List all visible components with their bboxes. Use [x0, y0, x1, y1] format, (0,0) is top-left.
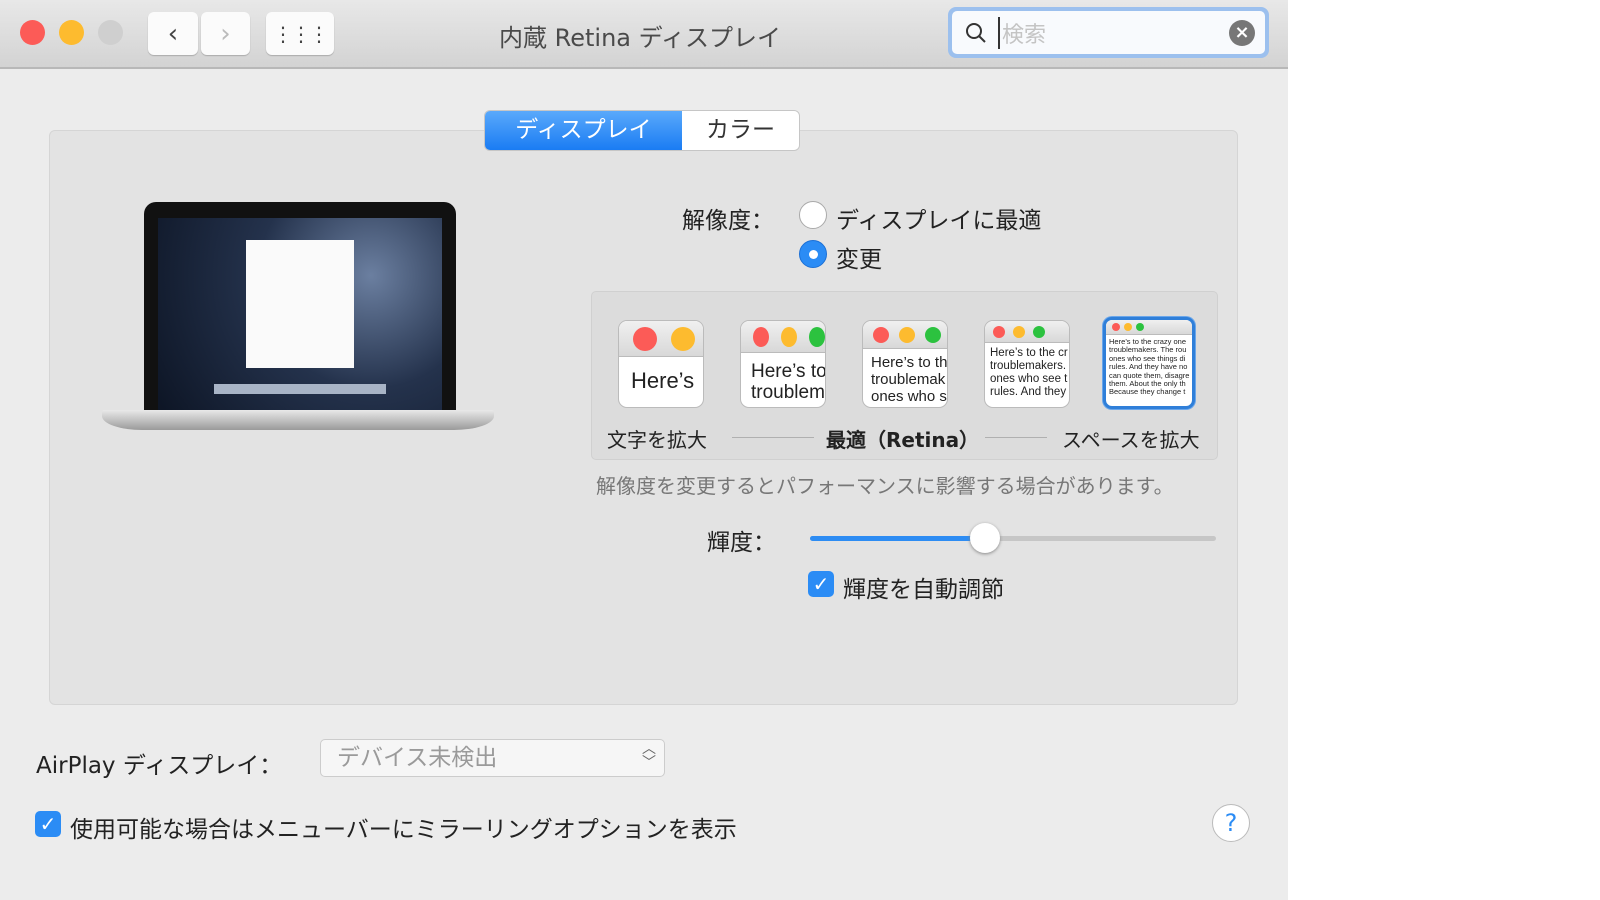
help-button[interactable]: ? — [1212, 804, 1250, 842]
scale-option-1[interactable]: Here’s — [618, 320, 704, 408]
scale-option-3[interactable]: Here’s to th troublemak ones who s — [862, 320, 948, 408]
grid-icon: ⋮⋮⋮ — [273, 21, 329, 46]
divider — [985, 437, 1047, 438]
minimize-button[interactable] — [59, 20, 84, 45]
default-label: 最適（Retina） — [826, 428, 980, 452]
chevron-right-icon: › — [220, 18, 231, 49]
back-button[interactable]: ‹ — [148, 12, 198, 55]
divider — [732, 437, 814, 438]
scale-option-2[interactable]: Here’s to troublem — [740, 320, 826, 408]
show-all-button[interactable]: ⋮⋮⋮ — [266, 12, 334, 55]
title-bar: ‹ › ⋮⋮⋮ 内蔵 Retina ディスプレイ 検索 × — [0, 0, 1288, 69]
search-icon — [966, 22, 986, 43]
updown-chevron-icon: ︿ ﹀ — [642, 741, 656, 771]
brightness-label: 輝度： — [707, 530, 776, 556]
checkmark-icon: ✓ — [812, 572, 830, 596]
close-button[interactable] — [20, 20, 45, 45]
auto-brightness-label[interactable]: 輝度を自動調節 — [843, 570, 1004, 604]
brightness-knob[interactable] — [969, 523, 1000, 553]
auto-brightness-checkbox[interactable]: ✓ — [808, 571, 834, 597]
forward-button[interactable]: › — [201, 12, 250, 55]
scaling-options: Here’s Here’s to troublem Here’s to th t… — [591, 291, 1218, 460]
airplay-select[interactable]: デバイス未検出 ︿ ﹀ — [320, 739, 665, 777]
scale-option-4[interactable]: Here’s to the cr troublemakers. ones who… — [984, 320, 1070, 408]
search-field[interactable]: 検索 × — [948, 7, 1269, 58]
clear-search-icon[interactable]: × — [1229, 20, 1255, 46]
tab-display[interactable]: ディスプレイ — [485, 111, 682, 150]
tab-bar: ディスプレイ カラー — [485, 111, 799, 150]
window-title: 内蔵 Retina ディスプレイ — [499, 24, 781, 52]
mirroring-checkbox[interactable]: ✓ — [35, 811, 61, 837]
resolution-label: 解像度： — [682, 208, 774, 234]
brightness-fill — [810, 536, 985, 541]
scale-option-5[interactable]: Here’s to the crazy one troublemakers. T… — [1103, 317, 1195, 409]
zoom-button[interactable] — [98, 20, 123, 45]
chevron-left-icon: ‹ — [167, 18, 179, 49]
search-input[interactable]: 検索 — [998, 16, 1046, 49]
brightness-slider[interactable] — [810, 523, 1216, 553]
radio-scaled-label[interactable]: 変更 — [836, 240, 882, 274]
larger-text-label: 文字を拡大 — [607, 428, 707, 452]
airplay-label: AirPlay ディスプレイ： — [36, 753, 283, 779]
tab-color[interactable]: カラー — [682, 111, 799, 150]
more-space-label: スペースを拡大 — [1062, 428, 1200, 452]
airplay-select-value: デバイス未検出 — [337, 745, 498, 771]
mirroring-label[interactable]: 使用可能な場合はメニューバーにミラーリングオプションを表示 — [70, 810, 737, 844]
system-preferences-window: ‹ › ⋮⋮⋮ 内蔵 Retina ディスプレイ 検索 × ディスプレイ カラー… — [0, 0, 1288, 900]
checkmark-icon: ✓ — [39, 812, 57, 836]
radio-scaled[interactable] — [799, 240, 827, 268]
performance-note: 解像度を変更するとパフォーマンスに影響する場合があります。 — [596, 474, 1174, 498]
radio-best-for-display-label[interactable]: ディスプレイに最適 — [836, 201, 1041, 235]
radio-best-for-display[interactable] — [799, 201, 827, 229]
